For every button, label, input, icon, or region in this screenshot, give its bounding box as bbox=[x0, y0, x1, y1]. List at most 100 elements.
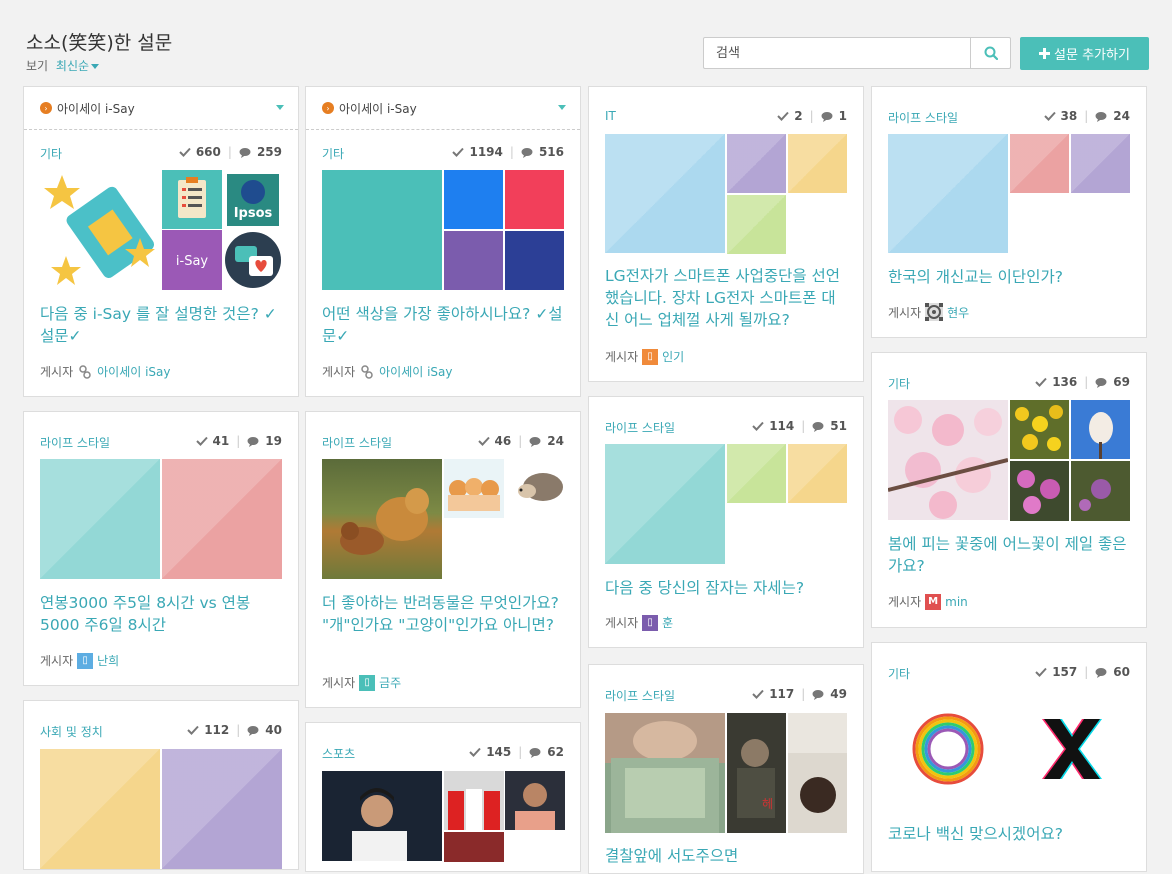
clipboard-image bbox=[162, 170, 222, 229]
comment-icon bbox=[247, 725, 259, 736]
option-tile bbox=[888, 134, 1008, 253]
card-stats: 112 | 40 bbox=[187, 723, 282, 737]
author-name[interactable]: 훈 bbox=[662, 614, 673, 631]
sort-dropdown[interactable]: 최신순 bbox=[56, 59, 100, 73]
survey-card[interactable]: 라이프 스타일 38 | 24 한국의 개신교는 이단인가? 게시자 현우 bbox=[871, 86, 1147, 338]
card-title[interactable]: 한국의 개신교는 이단인가? bbox=[888, 266, 1132, 288]
card-category[interactable]: 기타 bbox=[888, 375, 910, 392]
card-title[interactable]: 봄에 피는 꽃중에 어느꽃이 제일 좋은가요? bbox=[888, 533, 1132, 577]
isay-author-icon bbox=[361, 364, 373, 379]
football-player-photo bbox=[505, 771, 565, 830]
option-tile bbox=[1071, 134, 1130, 193]
card-source-header[interactable]: › 아이세이 i-Say bbox=[24, 87, 298, 130]
author-avatar: ▯ bbox=[642, 348, 659, 365]
survey-card[interactable]: › 아이세이 i-Say 기타 660 | 259 Ipsos i-Say 다음… bbox=[23, 86, 299, 397]
forsythia-photo bbox=[1010, 400, 1069, 459]
card-category[interactable]: 라이프 스타일 bbox=[40, 434, 110, 451]
card-category[interactable]: 기타 bbox=[322, 145, 344, 162]
survey-card[interactable]: › 아이세이 i-Say 기타 1194 | 516 어떤 색상을 가장 좋아하… bbox=[305, 86, 581, 397]
survey-card[interactable]: 라이프 스타일 114 | 51 다음 중 당신의 잠자는 자세는? 게시자 ▯… bbox=[588, 396, 864, 648]
color-option-purple bbox=[444, 231, 503, 290]
option-tile bbox=[788, 444, 847, 503]
card-category[interactable]: IT bbox=[605, 109, 616, 123]
author-avatar: M bbox=[925, 593, 942, 610]
rainbow-o-option bbox=[908, 709, 988, 789]
author-label: 게시자 bbox=[605, 616, 639, 630]
card-stats: 1194 | 516 bbox=[452, 145, 564, 159]
card-title[interactable]: 결찰앞에 서도주으면 bbox=[605, 845, 849, 867]
check-count: 1194 bbox=[469, 145, 503, 159]
card-title[interactable]: 연봉3000 주5일 8시간 vs 연봉 5000 주6일 8시간 bbox=[40, 592, 284, 636]
card-title[interactable]: 더 좋아하는 반려동물은 무엇인가요? "개"인가요 "고양이"인가요 아니면? bbox=[322, 592, 566, 636]
source-icon: › bbox=[322, 102, 334, 114]
check-count: 145 bbox=[486, 745, 512, 759]
author-name[interactable]: 아이세이 iSay bbox=[379, 363, 452, 380]
soccer-player-photo bbox=[322, 771, 442, 861]
survey-card[interactable]: 스포츠 145 | 62 bbox=[305, 722, 581, 872]
check-count: 41 bbox=[212, 434, 230, 448]
card-stats: 46 | 24 bbox=[477, 434, 564, 448]
author-name[interactable]: 난희 bbox=[97, 652, 119, 669]
chevron-down-icon[interactable] bbox=[276, 105, 284, 110]
survey-card[interactable]: IT 2 | 1 LG전자가 스마트폰 사업중단을 선언했습니다. 장차 LG전… bbox=[588, 86, 864, 382]
card-category[interactable]: 사회 및 정치 bbox=[40, 723, 103, 740]
survey-card[interactable]: 기타 157 | 60 코로나 백신 맞으시겠어요? bbox=[871, 642, 1147, 872]
author-label: 게시자 bbox=[605, 350, 639, 364]
card-title[interactable]: LG전자가 스마트폰 사업중단을 선언했습니다. 장차 LG전자 스마트폰 대신… bbox=[605, 265, 849, 331]
card-title[interactable]: 다음 중 당신의 잠자는 자세는? bbox=[605, 577, 849, 599]
author-name[interactable]: 아이세이 iSay bbox=[97, 363, 170, 380]
check-count: 660 bbox=[195, 145, 221, 159]
author-name[interactable]: 현우 bbox=[947, 304, 969, 321]
card-category[interactable]: 기타 bbox=[888, 665, 910, 682]
comment-count: 24 bbox=[547, 434, 564, 448]
comment-count: 51 bbox=[830, 419, 847, 433]
author-label: 게시자 bbox=[322, 365, 356, 379]
survey-card[interactable]: 라이프 스타일 46 | 24 더 좋아하는 반려동물은 무엇인가요? "개"인… bbox=[305, 411, 581, 708]
comment-icon bbox=[529, 747, 541, 758]
search-button[interactable] bbox=[970, 38, 1010, 68]
search-box bbox=[703, 37, 1011, 69]
author-name[interactable]: min bbox=[945, 595, 968, 609]
chevron-down-icon[interactable] bbox=[558, 105, 566, 110]
survey-card[interactable]: 라이프 스타일 41 | 19 연봉3000 주5일 8시간 vs 연봉 500… bbox=[23, 411, 299, 686]
author-label: 게시자 bbox=[322, 676, 356, 690]
card-category[interactable]: 라이프 스타일 bbox=[322, 434, 392, 451]
card-title[interactable]: 어떤 색상을 가장 좋아하시나요? ✓설문✓ bbox=[322, 303, 566, 347]
comment-icon bbox=[821, 111, 833, 122]
card-category[interactable]: 기타 bbox=[40, 145, 62, 162]
stats-divider: | bbox=[809, 109, 814, 123]
survey-card[interactable]: 기타 136 | 69 봄에 피는 꽃중에 어느꽃이 제일 좋은가요? 게시자 … bbox=[871, 352, 1147, 628]
card-title[interactable]: 코로나 백신 맞으시겠어요? bbox=[888, 823, 1132, 845]
comment-count: 24 bbox=[1113, 109, 1130, 123]
card-source-header[interactable]: › 아이세이 i-Say bbox=[306, 87, 580, 130]
source-icon: › bbox=[40, 102, 52, 114]
plus-icon bbox=[1039, 48, 1051, 59]
dog-photo bbox=[322, 459, 442, 579]
color-option-blue bbox=[444, 170, 503, 229]
pattern-avatar-icon bbox=[925, 303, 944, 321]
card-category[interactable]: 스포츠 bbox=[322, 745, 355, 762]
survey-card[interactable]: 사회 및 정치 112 | 40 bbox=[23, 700, 299, 870]
card-category[interactable]: 라이프 스타일 bbox=[888, 109, 958, 126]
check-icon bbox=[195, 436, 208, 446]
add-survey-button[interactable]: 설문 추가하기 bbox=[1020, 37, 1149, 70]
card-category[interactable]: 라이프 스타일 bbox=[605, 687, 675, 704]
survey-card[interactable]: 라이프 스타일 117 | 49 헤 결찰앞에 서도주으면 bbox=[588, 664, 864, 874]
movie-poster-1: 헤 bbox=[727, 713, 786, 833]
check-icon bbox=[452, 147, 465, 157]
volleyball-photo bbox=[444, 832, 504, 862]
author-name[interactable]: 금주 bbox=[379, 674, 401, 691]
check-count: 136 bbox=[1052, 375, 1078, 389]
stats-divider: | bbox=[1084, 109, 1089, 123]
check-count: 112 bbox=[204, 723, 230, 737]
stats-divider: | bbox=[1084, 375, 1089, 389]
author-name[interactable]: 인기 bbox=[662, 348, 684, 365]
card-title[interactable]: 다음 중 i-Say 를 잘 설명한 것은? ✓설문✓ bbox=[40, 303, 284, 347]
comment-count: 19 bbox=[265, 434, 282, 448]
comment-count: 1 bbox=[838, 109, 847, 123]
card-stats: 38 | 24 bbox=[1043, 109, 1130, 123]
author-label: 게시자 bbox=[40, 365, 74, 379]
stats-divider: | bbox=[227, 145, 232, 159]
search-input[interactable] bbox=[704, 38, 970, 68]
card-category[interactable]: 라이프 스타일 bbox=[605, 419, 675, 436]
